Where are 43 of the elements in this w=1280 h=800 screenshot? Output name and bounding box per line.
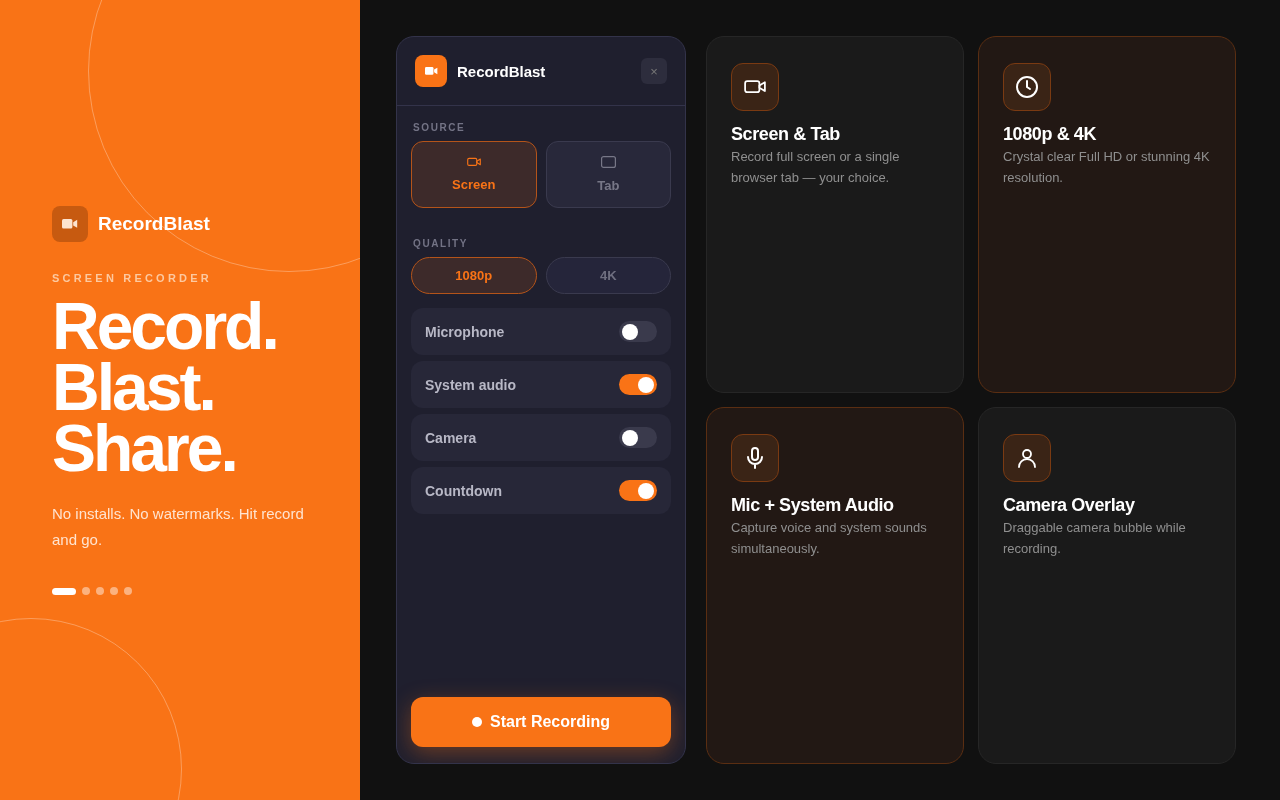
video-camera-icon [424, 67, 438, 75]
setting-label: Camera [425, 429, 477, 446]
headline: Blast. [52, 357, 214, 418]
microphone-icon [745, 447, 765, 469]
setting-label: Countdown [425, 482, 502, 499]
source-option[interactable]: Tab [545, 141, 671, 208]
headline: Record. [52, 296, 277, 357]
tagline: No installs. No watermarks. Hit record and go. [52, 504, 305, 550]
setting-label: System audio [425, 376, 517, 393]
toggle-switch[interactable] [619, 427, 657, 448]
video-camera-icon [466, 157, 481, 167]
brand-name: RecordBlast [98, 213, 210, 235]
toggle-switch[interactable] [619, 480, 657, 501]
feature-description: Record full screen or a single browser tab — your choice. [731, 148, 901, 187]
feature-description: Capture voice and system sounds simultaneously. [731, 519, 928, 558]
close-button[interactable]: × [641, 58, 667, 84]
feature-title: Camera Overlay [1003, 495, 1136, 516]
feature-title: Mic + System Audio [731, 495, 895, 516]
quality-option[interactable]: 1080p [411, 257, 537, 294]
feature-description: Crystal clear Full HD or stunning 4K resolution. [1003, 148, 1211, 187]
setting-label: Microphone [425, 323, 505, 340]
carousel-dot[interactable] [82, 587, 90, 595]
clock-icon [1015, 75, 1039, 99]
headline: Share. [52, 418, 236, 479]
video-camera-icon [62, 219, 78, 229]
carousel-dot[interactable] [96, 587, 104, 595]
feature-title: 1080p & 4K [1003, 124, 1098, 145]
video-camera-icon [744, 79, 766, 95]
toggle-switch[interactable] [619, 321, 657, 342]
eyebrow-label: SCREEN RECORDER [52, 272, 213, 284]
section-label: SOURCE [412, 122, 467, 133]
feature-description: Draggable camera bubble while recording. [1003, 519, 1187, 558]
toggle-switch[interactable] [619, 374, 657, 395]
carousel-dot[interactable] [124, 587, 132, 595]
quality-option[interactable]: 4K [545, 257, 671, 294]
person-icon [1017, 448, 1037, 468]
source-option[interactable]: Screen [411, 141, 537, 208]
panel-title: RecordBlast [457, 62, 547, 80]
section-label: QUALITY [412, 238, 470, 249]
start-recording-button[interactable]: Start Recording [411, 697, 671, 747]
rectangle-icon [600, 156, 616, 168]
feature-title: Screen & Tab [731, 124, 841, 145]
carousel-dot[interactable] [110, 587, 118, 595]
